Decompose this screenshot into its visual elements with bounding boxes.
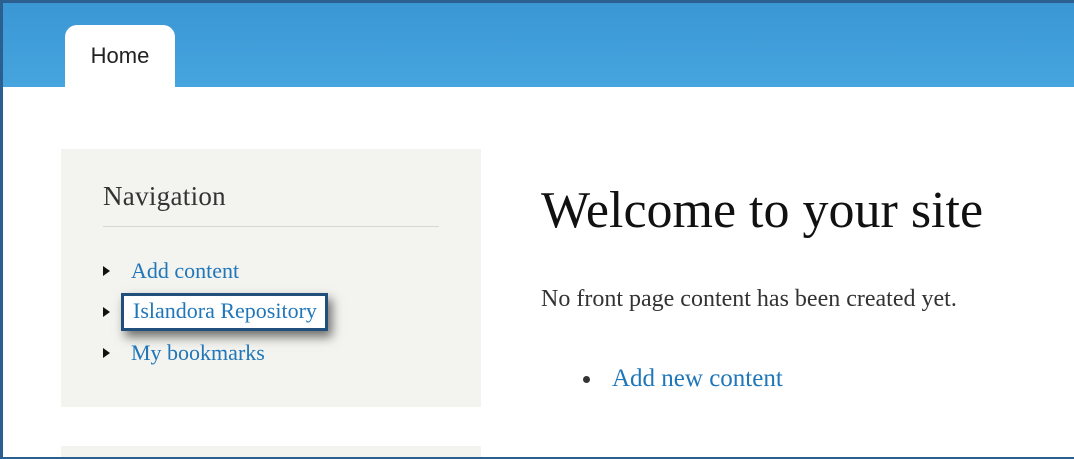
empty-front-page-message: No front page content has been created y…: [541, 286, 957, 312]
header-bar: Home: [3, 3, 1074, 87]
bullet-icon: [583, 376, 590, 383]
islandora-repository-link[interactable]: Islandora Repository: [121, 293, 328, 331]
page-title: Welcome to your site: [541, 182, 984, 239]
navigation-divider: [103, 226, 439, 227]
add-content-link[interactable]: Add content: [131, 258, 239, 284]
triangle-right-icon: [103, 266, 110, 276]
triangle-right-icon: [103, 307, 110, 317]
navigation-block: Navigation Add content Islandora Reposit…: [61, 149, 481, 407]
secondary-sidebar-block: [61, 446, 481, 457]
tab-home[interactable]: Home: [65, 25, 175, 87]
my-bookmarks-link[interactable]: My bookmarks: [131, 340, 265, 366]
browser-frame: Home Navigation Add content Islandora Re…: [0, 0, 1074, 459]
add-new-content-link[interactable]: Add new content: [612, 364, 783, 394]
triangle-right-icon: [103, 348, 110, 358]
navigation-title: Navigation: [103, 181, 226, 211]
